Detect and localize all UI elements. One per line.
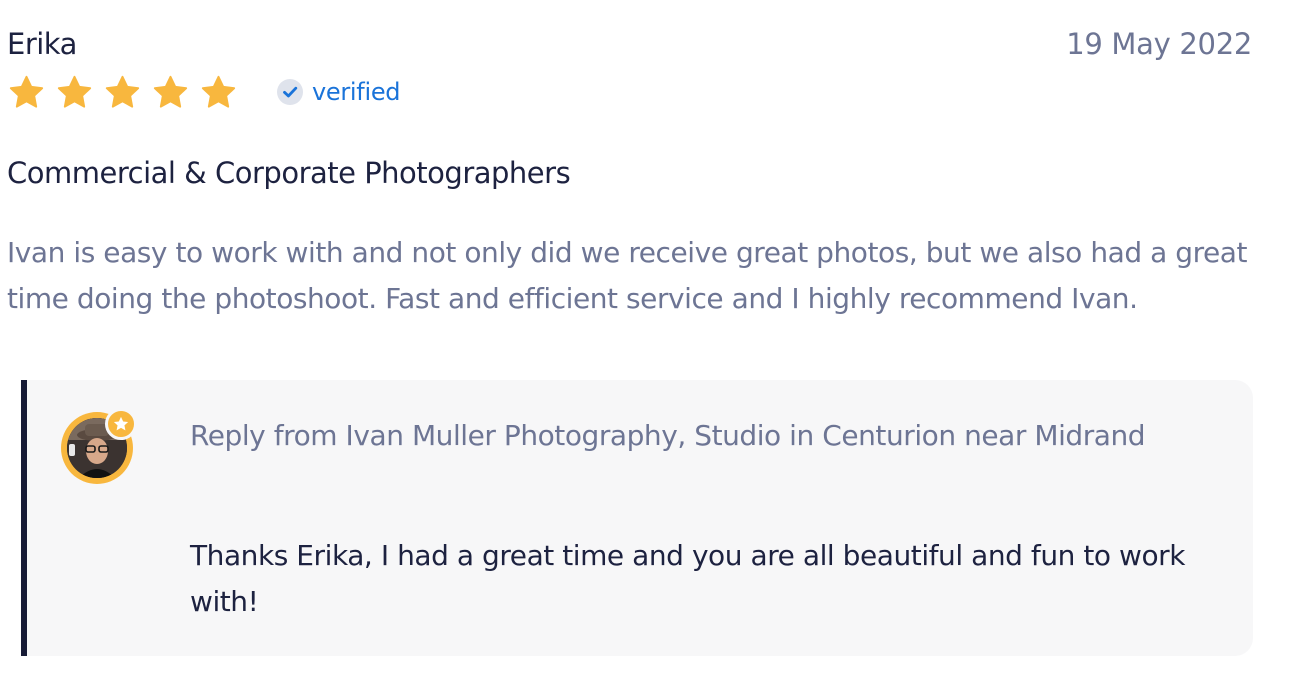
verified-badge: verified — [276, 76, 401, 108]
service-category-title: Commercial & Corporate Photographers — [7, 156, 571, 190]
reply-heading: Reply from Ivan Muller Photography, Stud… — [190, 419, 1146, 452]
star-icon — [153, 75, 188, 108]
review-text: Ivan is easy to work with and not only d… — [7, 236, 1248, 315]
star-icon — [105, 75, 140, 108]
review-card: Erika 19 May 2022 verified Commercial & … — [0, 0, 1302, 682]
avatar — [61, 408, 137, 484]
verified-label: verified — [312, 78, 401, 106]
star-icon — [9, 75, 44, 108]
star-icon — [201, 75, 236, 108]
reviewer-name: Erika — [7, 27, 77, 61]
review-date: 19 May 2022 — [1066, 27, 1252, 61]
business-reply: Reply from Ivan Muller Photography, Stud… — [21, 380, 1253, 656]
star-icon — [57, 75, 92, 108]
star-rating — [8, 74, 237, 111]
check-circle-icon — [277, 79, 303, 105]
star-badge-icon — [105, 408, 137, 440]
reply-text: Thanks Erika, I had a great time and you… — [190, 539, 1185, 618]
